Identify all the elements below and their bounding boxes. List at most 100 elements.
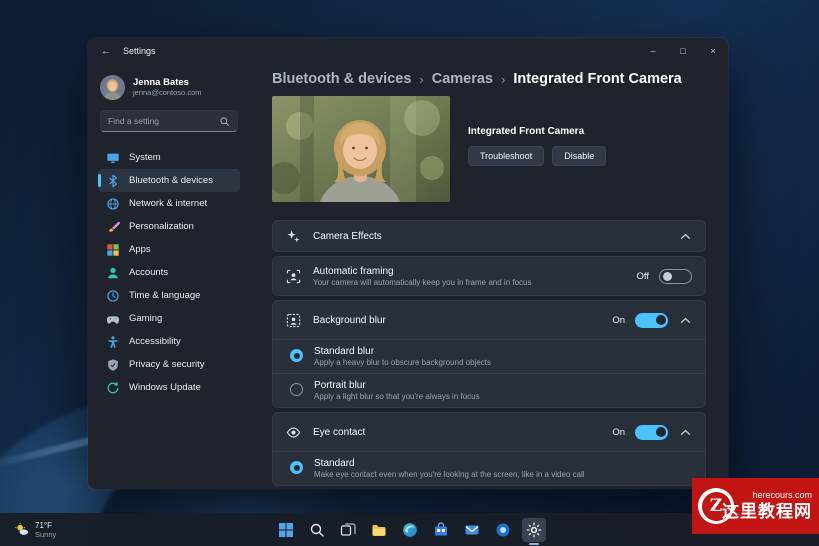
sidebar-item-bluetooth-devices[interactable]: Bluetooth & devices: [98, 169, 240, 192]
standard-blur-option[interactable]: Standard blur Apply a heavy blur to obsc…: [273, 340, 705, 373]
page-title: Integrated Front Camera: [513, 70, 681, 89]
portrait-blur-radio[interactable]: [290, 383, 303, 396]
sidebar-item-system[interactable]: System: [98, 146, 240, 169]
breadcrumb: Bluetooth & devices › Cameras › Integrat…: [272, 70, 706, 89]
settings-window: ← Settings – □ ×: [88, 38, 728, 489]
sidebar-item-label: Accounts: [129, 267, 168, 278]
user-profile[interactable]: Jenna Bates jenna@contoso.com: [98, 70, 240, 104]
portrait-blur-label: Portrait blur: [314, 380, 480, 391]
desktop: ← Settings – □ ×: [0, 0, 819, 546]
toggle-knob: [656, 427, 666, 437]
camera-effects-header[interactable]: Camera Effects: [273, 221, 705, 251]
network-icon: [106, 197, 120, 211]
sidebar-item-label: Privacy & security: [129, 359, 205, 370]
disable-button[interactable]: Disable: [552, 146, 606, 166]
sidebar-item-windows-update[interactable]: Windows Update: [98, 376, 240, 399]
background-blur-card: Background blur On Standard blur: [272, 300, 706, 408]
eye-contact-icon: [286, 425, 301, 440]
breadcrumb-bluetooth-devices[interactable]: Bluetooth & devices: [272, 70, 411, 89]
sidebar-item-apps[interactable]: Apps: [98, 238, 240, 261]
sidebar-item-network-internet[interactable]: Network & internet: [98, 192, 240, 215]
weather-widget[interactable]: 71°F Sunny: [8, 513, 62, 546]
sidebar: Jenna Bates jenna@contoso.com System: [88, 64, 248, 489]
maximize-button[interactable]: □: [668, 38, 698, 64]
sidebar-item-personalization[interactable]: Personalization: [98, 215, 240, 238]
task-view-icon[interactable]: [336, 518, 360, 542]
store-icon[interactable]: [429, 518, 453, 542]
standard-blur-label: Standard blur: [314, 346, 491, 357]
settings-taskbar-icon[interactable]: [522, 518, 546, 542]
titlebar[interactable]: ← Settings – □ ×: [88, 38, 728, 64]
chevron-up-icon[interactable]: [678, 313, 692, 327]
windows-update-icon: [106, 381, 120, 395]
sidebar-item-label: Gaming: [129, 313, 162, 324]
watermark-brand: 这里教程网: [722, 501, 812, 523]
automatic-framing-toggle[interactable]: [659, 269, 692, 284]
automatic-framing-state: Off: [637, 271, 650, 282]
automatic-framing-card: Automatic framing Your camera will autom…: [272, 256, 706, 296]
close-button[interactable]: ×: [698, 38, 728, 64]
camera-name: Integrated Front Camera: [468, 126, 606, 137]
back-icon[interactable]: ←: [99, 46, 113, 57]
chevron-up-icon[interactable]: [678, 229, 692, 243]
minimize-button[interactable]: –: [638, 38, 668, 64]
standard-blur-description: Apply a heavy blur to obscure background…: [314, 358, 491, 367]
breadcrumb-cameras[interactable]: Cameras: [432, 70, 493, 89]
background-blur-toggle[interactable]: [635, 313, 668, 328]
eye-contact-standard-option[interactable]: Standard Make eye contact even when you'…: [273, 452, 705, 485]
start-button[interactable]: [274, 518, 298, 542]
watermark-badge: Z herecours.com 这里教程网: [692, 478, 819, 534]
portrait-blur-option[interactable]: Portrait blur Apply a light blur so that…: [273, 374, 705, 407]
chevron-up-icon[interactable]: [678, 425, 692, 439]
sidebar-item-privacy-security[interactable]: Privacy & security: [98, 353, 240, 376]
sidebar-item-accounts[interactable]: Accounts: [98, 261, 240, 284]
gaming-icon: [106, 312, 120, 326]
taskbar-search-icon[interactable]: [305, 518, 329, 542]
user-name: Jenna Bates: [133, 77, 202, 88]
background-blur-icon: [286, 313, 301, 328]
troubleshoot-button[interactable]: Troubleshoot: [468, 146, 544, 166]
toggle-knob: [656, 315, 666, 325]
automatic-framing-title: Automatic framing: [313, 266, 531, 277]
bluetooth-icon: [106, 174, 120, 188]
window-controls: – □ ×: [638, 38, 728, 64]
eye-contact-toggle[interactable]: [635, 425, 668, 440]
eye-contact-standard-description: Make eye contact even when you're lookin…: [314, 470, 585, 479]
sidebar-item-label: Windows Update: [129, 382, 201, 393]
camera-preview-image: [272, 96, 450, 202]
sidebar-item-label: Accessibility: [129, 336, 181, 347]
sidebar-item-label: Personalization: [129, 221, 194, 232]
eye-contact-state: On: [612, 427, 625, 438]
search-input[interactable]: [108, 116, 219, 126]
sidebar-item-label: Network & internet: [129, 198, 207, 209]
personalization-icon: [106, 220, 120, 234]
weather-temperature: 71°F: [35, 521, 56, 530]
eye-contact-title: Eye contact: [313, 427, 365, 438]
sidebar-item-gaming[interactable]: Gaming: [98, 307, 240, 330]
file-explorer-icon[interactable]: [367, 518, 391, 542]
sidebar-item-label: System: [129, 152, 161, 163]
eye-contact-header[interactable]: Eye contact On: [273, 413, 705, 451]
system-icon: [106, 151, 120, 165]
mail-icon[interactable]: [460, 518, 484, 542]
weather-icon: [14, 522, 29, 537]
photos-icon[interactable]: [491, 518, 515, 542]
sidebar-item-time-language[interactable]: Time & language: [98, 284, 240, 307]
window-title: Settings: [123, 46, 156, 56]
background-blur-header[interactable]: Background blur On: [273, 301, 705, 339]
eye-contact-standard-radio[interactable]: [290, 461, 303, 474]
accounts-icon: [106, 266, 120, 280]
sidebar-item-accessibility[interactable]: Accessibility: [98, 330, 240, 353]
standard-blur-radio[interactable]: [290, 349, 303, 362]
edge-icon[interactable]: [398, 518, 422, 542]
breadcrumb-separator: ›: [419, 70, 423, 89]
automatic-framing-row: Automatic framing Your camera will autom…: [273, 257, 705, 295]
avatar: [100, 75, 125, 100]
sidebar-item-label: Apps: [129, 244, 151, 255]
time-language-icon: [106, 289, 120, 303]
search-icon: [219, 116, 230, 127]
search-box[interactable]: [100, 110, 238, 132]
accessibility-icon: [106, 335, 120, 349]
taskbar-icons: [274, 518, 546, 542]
portrait-blur-description: Apply a light blur so that you're always…: [314, 392, 480, 401]
